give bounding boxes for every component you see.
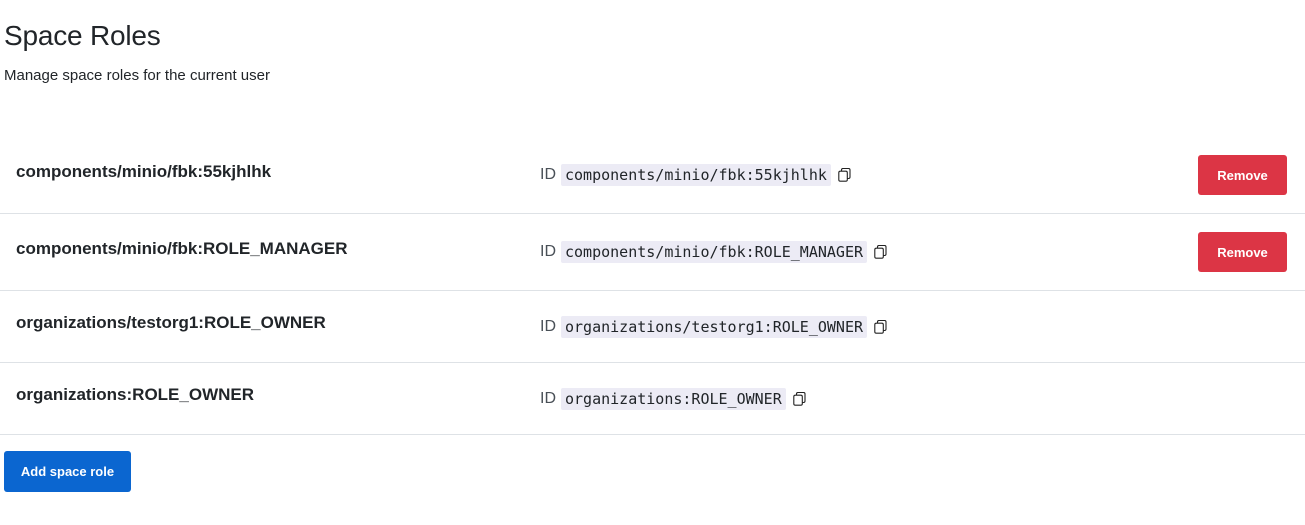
role-name: organizations/testorg1:ROLE_OWNER bbox=[16, 313, 326, 332]
role-id: ID organizations:ROLE_OWNER bbox=[540, 388, 806, 410]
id-label: ID bbox=[540, 390, 556, 407]
copy-icon[interactable] bbox=[874, 320, 887, 334]
role-name: components/minio/fbk:ROLE_MANAGER bbox=[16, 239, 348, 258]
role-id: ID organizations/testorg1:ROLE_OWNER bbox=[540, 316, 887, 338]
role-id-code: components/minio/fbk:ROLE_MANAGER bbox=[561, 241, 868, 263]
add-space-role-button[interactable]: Add space role bbox=[4, 451, 131, 492]
role-id-code: organizations:ROLE_OWNER bbox=[561, 388, 786, 410]
remove-button[interactable]: Remove bbox=[1198, 232, 1287, 272]
role-row: organizations/testorg1:ROLE_OWNER ID org… bbox=[0, 291, 1305, 363]
page-subtitle: Manage space roles for the current user bbox=[4, 67, 270, 84]
role-name: components/minio/fbk:55kjhlhk bbox=[16, 162, 272, 181]
id-label: ID bbox=[540, 166, 556, 183]
role-row: components/minio/fbk:55kjhlhk ID compone… bbox=[0, 137, 1305, 214]
roles-list: components/minio/fbk:55kjhlhk ID compone… bbox=[0, 137, 1305, 435]
role-name: organizations:ROLE_OWNER bbox=[16, 385, 255, 404]
copy-icon[interactable] bbox=[874, 245, 887, 259]
page-title: Space Roles bbox=[4, 20, 161, 51]
copy-icon[interactable] bbox=[793, 392, 806, 406]
role-id-code: organizations/testorg1:ROLE_OWNER bbox=[561, 316, 868, 338]
remove-button[interactable]: Remove bbox=[1198, 155, 1287, 195]
role-id: ID components/minio/fbk:ROLE_MANAGER bbox=[540, 241, 887, 263]
role-id-code: components/minio/fbk:55kjhlhk bbox=[561, 164, 831, 186]
id-label: ID bbox=[540, 318, 556, 335]
role-id: ID components/minio/fbk:55kjhlhk bbox=[540, 164, 851, 186]
role-row: components/minio/fbk:ROLE_MANAGER ID com… bbox=[0, 214, 1305, 291]
space-roles-page: Space Roles Manage space roles for the c… bbox=[0, 0, 1305, 525]
copy-icon[interactable] bbox=[838, 168, 851, 182]
role-row: organizations:ROLE_OWNER ID organization… bbox=[0, 363, 1305, 435]
id-label: ID bbox=[540, 243, 556, 260]
